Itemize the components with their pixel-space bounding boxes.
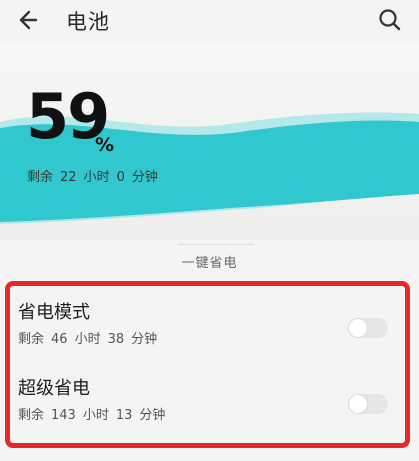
remaining-hours: 143 xyxy=(51,408,76,423)
battery-hero: 59 % 剩余 22 小时 0 分钟 xyxy=(0,44,419,240)
super-power-saving-title: 超级省电 xyxy=(18,378,90,399)
section-label: 一键省电 xyxy=(181,256,238,271)
remaining-hours: 46 xyxy=(51,332,68,347)
battery-percent-unit: % xyxy=(95,134,115,156)
remaining-hours-unit: 小时 xyxy=(74,332,101,347)
remaining-minutes: 38 xyxy=(107,332,125,347)
power-saving-mode-title: 省电模式 xyxy=(18,302,90,323)
toggle-knob xyxy=(349,319,367,337)
remaining-minutes: 13 xyxy=(115,408,133,423)
app-header: 电池 xyxy=(0,0,419,44)
remaining-label: 剩余 xyxy=(18,332,45,347)
search-icon xyxy=(379,9,401,31)
power-saving-mode-row[interactable]: 省电模式 剩余 46 小时 38 分钟 xyxy=(0,298,419,366)
super-power-saving-row[interactable]: 超级省电 剩余 143 小时 13 分钟 xyxy=(0,374,419,442)
remaining-minutes: 0 xyxy=(116,170,125,185)
back-button[interactable] xyxy=(14,4,48,36)
page-title: 电池 xyxy=(66,10,110,34)
remaining-minutes-unit: 分钟 xyxy=(131,170,158,185)
super-power-saving-toggle[interactable] xyxy=(348,394,388,414)
search-button[interactable] xyxy=(374,4,406,36)
remaining-hours-unit: 小时 xyxy=(83,170,110,185)
battery-remaining-time: 剩余 22 小时 0 分钟 xyxy=(27,166,165,185)
section-divider xyxy=(178,244,254,245)
remaining-minutes-unit: 分钟 xyxy=(131,332,158,347)
remaining-hours: 22 xyxy=(60,170,77,185)
remaining-hours-unit: 小时 xyxy=(82,408,109,423)
remaining-minutes-unit: 分钟 xyxy=(139,408,166,423)
back-arrow-icon xyxy=(19,10,38,30)
power-saving-mode-toggle[interactable] xyxy=(348,318,388,338)
power-saving-mode-remaining: 剩余 46 小时 38 分钟 xyxy=(18,328,164,347)
remaining-label: 剩余 xyxy=(27,170,54,185)
remaining-label: 剩余 xyxy=(18,408,45,423)
toggle-knob xyxy=(349,395,367,413)
super-power-saving-remaining: 剩余 143 小时 13 分钟 xyxy=(18,404,172,423)
